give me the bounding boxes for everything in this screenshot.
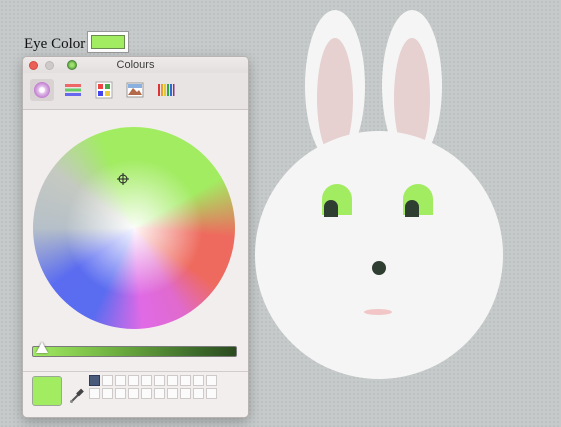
image-palettes-tab[interactable] [123, 79, 147, 101]
divider [23, 371, 248, 372]
colour-wheel-center [33, 127, 235, 329]
colours-titlebar[interactable]: Colours [23, 57, 248, 73]
bunny-mouth [364, 309, 392, 315]
colour-wheel-icon [34, 82, 50, 98]
crosshair-icon[interactable] [117, 173, 129, 185]
colours-toolbar [23, 73, 248, 110]
saved-colour-cell[interactable] [193, 388, 204, 399]
saved-colour-cell[interactable] [115, 375, 126, 386]
eye-color-swatch [91, 35, 125, 49]
saved-colours-grid [89, 375, 217, 399]
colour-sliders-tab[interactable] [61, 79, 85, 101]
saved-colour-cell[interactable] [102, 375, 113, 386]
pencils-tab[interactable] [154, 79, 178, 101]
saved-colour-cell[interactable] [115, 388, 126, 399]
colour-palettes-icon [95, 81, 113, 99]
saved-colour-cell[interactable] [89, 375, 100, 386]
current-colour-swatch[interactable] [32, 376, 62, 406]
saved-colour-cell[interactable] [154, 388, 165, 399]
right-eye [403, 184, 433, 217]
saved-colour-cell[interactable] [128, 388, 139, 399]
image-palettes-icon [126, 82, 144, 98]
colour-sliders-icon [65, 84, 81, 96]
saved-colour-cell[interactable] [180, 388, 191, 399]
bunny-head [255, 131, 503, 379]
eye-color-label: Eye Color [24, 36, 86, 52]
colours-content [23, 110, 248, 417]
colour-palettes-tab[interactable] [92, 79, 116, 101]
colours-panel: Colours [22, 56, 249, 418]
saved-colour-cell[interactable] [167, 388, 178, 399]
saved-colour-cell[interactable] [141, 388, 152, 399]
saved-colour-cell[interactable] [128, 375, 139, 386]
brightness-slider[interactable] [32, 346, 237, 357]
eye-color-well[interactable] [87, 31, 129, 53]
bunny-nose [372, 261, 386, 275]
eyedropper-icon[interactable] [69, 386, 85, 404]
saved-colour-cell[interactable] [154, 375, 165, 386]
saved-colour-cell[interactable] [206, 388, 217, 399]
brightness-slider-knob[interactable] [36, 342, 49, 353]
saved-colour-cell[interactable] [193, 375, 204, 386]
saved-colour-cell[interactable] [102, 388, 113, 399]
pencils-icon [158, 84, 175, 96]
left-eye [322, 184, 352, 217]
saved-colour-cell[interactable] [167, 375, 178, 386]
saved-colour-cell[interactable] [180, 375, 191, 386]
colour-wheel[interactable] [33, 127, 235, 329]
saved-colour-cell[interactable] [206, 375, 217, 386]
colour-wheel-tab[interactable] [30, 79, 54, 101]
colours-title: Colours [116, 59, 155, 71]
saved-colour-cell[interactable] [89, 388, 100, 399]
saved-colour-cell[interactable] [141, 375, 152, 386]
